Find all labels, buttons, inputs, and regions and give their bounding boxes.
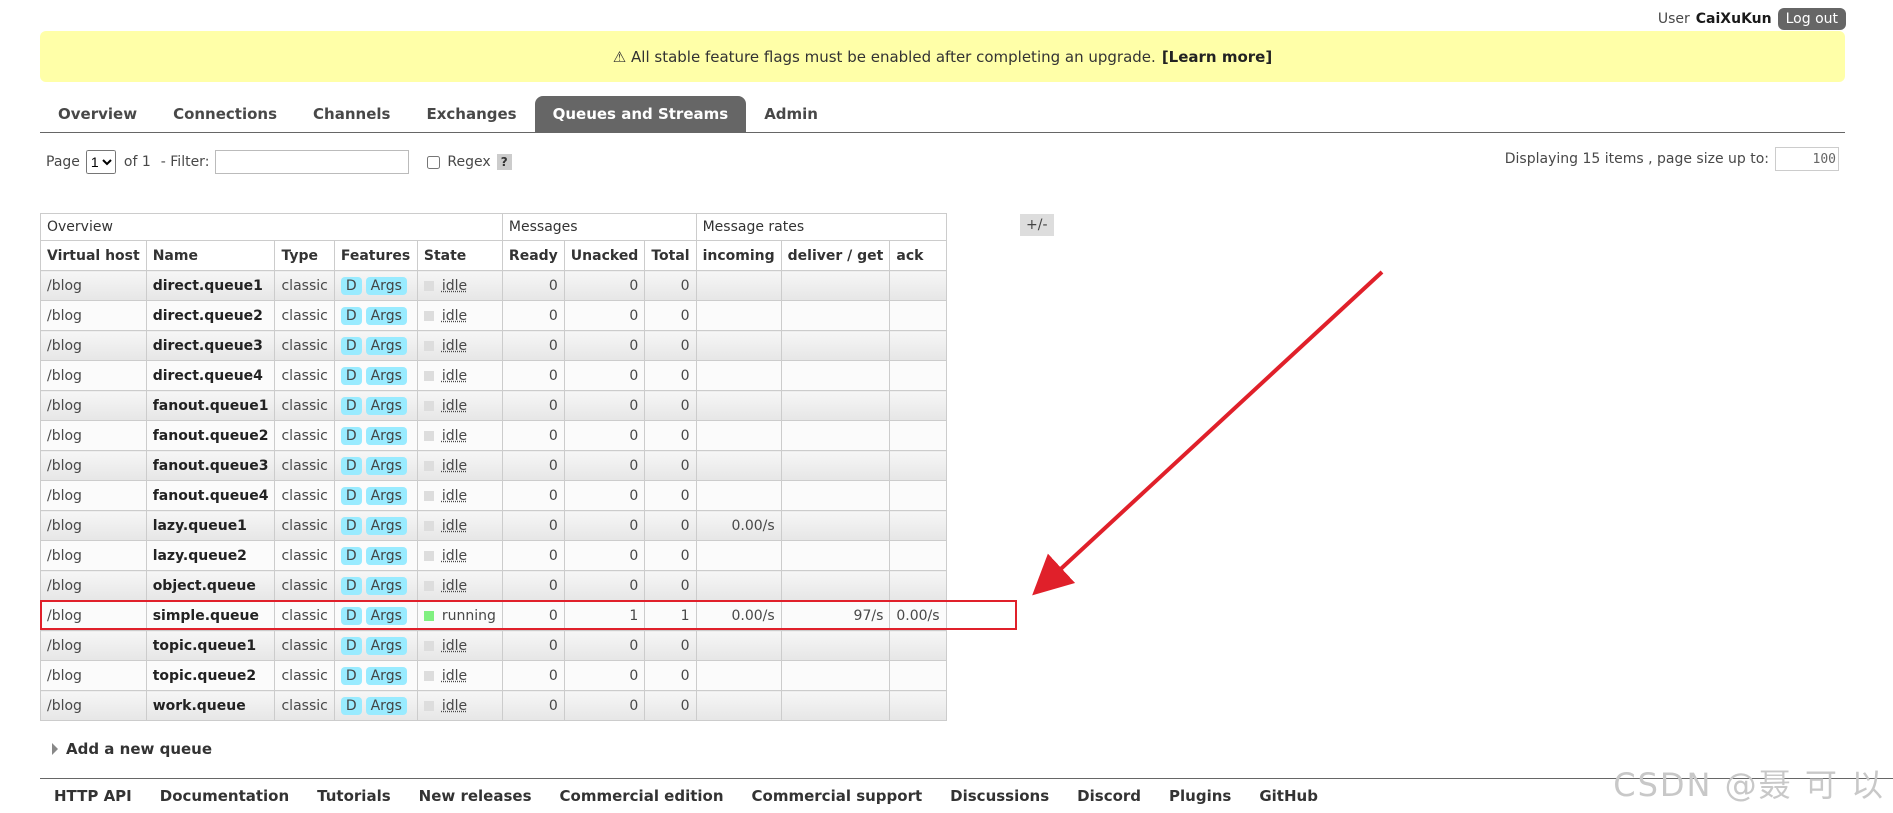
add-queue-label: Add a new queue	[66, 740, 213, 758]
footer-link-http-api[interactable]: HTTP API	[40, 787, 146, 805]
footer-link-github[interactable]: GitHub	[1245, 787, 1332, 805]
footer-link-tutorials[interactable]: Tutorials	[303, 787, 404, 805]
footer-link-documentation[interactable]: Documentation	[146, 787, 303, 805]
footer-link-discord[interactable]: Discord	[1063, 787, 1155, 805]
footer-link-plugins[interactable]: Plugins	[1155, 787, 1245, 805]
expand-triangle-icon	[52, 743, 58, 755]
footer-link-commercial-support[interactable]: Commercial support	[738, 787, 937, 805]
add-new-queue-toggle[interactable]: Add a new queue	[52, 740, 212, 758]
footer-link-commercial-edition[interactable]: Commercial edition	[546, 787, 738, 805]
watermark: CSDN @聂 可 以	[1613, 766, 1885, 804]
footer-link-discussions[interactable]: Discussions	[936, 787, 1063, 805]
footer-link-new-releases[interactable]: New releases	[405, 787, 546, 805]
annotation-arrow	[1032, 270, 1384, 596]
